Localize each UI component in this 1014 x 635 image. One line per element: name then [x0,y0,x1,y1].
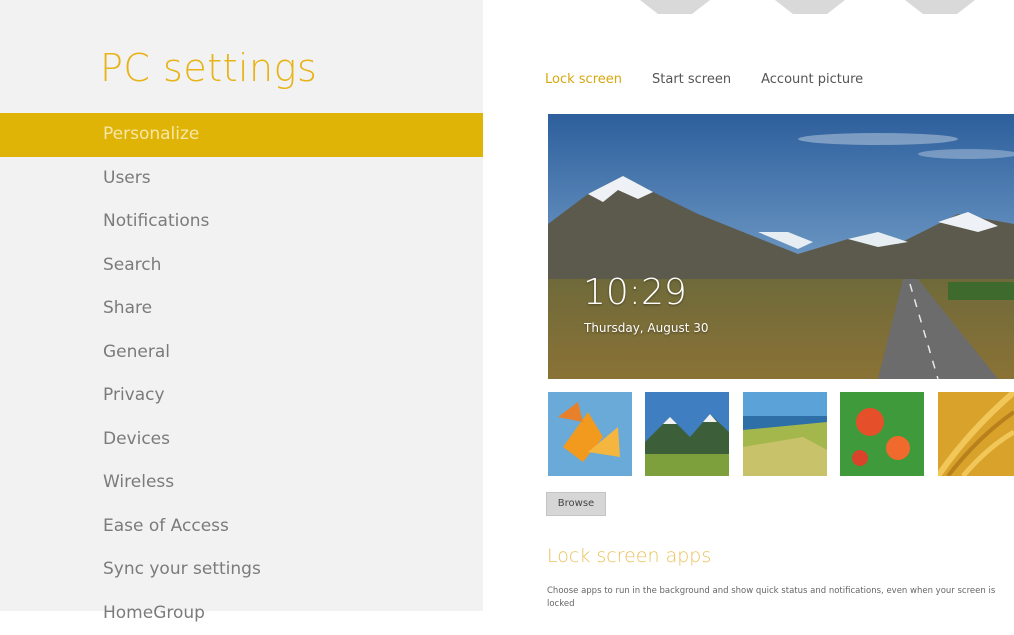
thumbnail-red-flowers[interactable] [840,392,924,476]
nav-item-ease-of-access[interactable]: Ease of Access [0,505,483,549]
nav-item-sync-settings[interactable]: Sync your settings [0,548,483,592]
lock-screen-preview: 10:29 Thursday, August 30 [548,114,1014,379]
lock-screen-image [548,114,1014,379]
nav-item-privacy[interactable]: Privacy [0,374,483,418]
tab-start-screen[interactable]: Start screen [652,72,731,87]
nav-item-wireless[interactable]: Wireless [0,461,483,505]
tab-account-picture[interactable]: Account picture [761,72,863,87]
nav-item-devices[interactable]: Devices [0,418,483,462]
nav-item-personalize[interactable]: Personalize [0,113,483,157]
browse-button[interactable]: Browse [546,492,606,516]
lock-screen-apps-heading: Lock screen apps [547,545,711,567]
nav-item-notifications[interactable]: Notifications [0,200,483,244]
nav-item-share[interactable]: Share [0,287,483,331]
thumbnail-autumn-leaves[interactable] [548,392,632,476]
thumbnail-mountain-valley[interactable] [645,392,729,476]
lock-date: Thursday, August 30 [584,321,709,335]
settings-nav-list: Personalize Users Notifications Search S… [0,113,483,635]
nav-item-users[interactable]: Users [0,157,483,201]
thumbnail-coastline[interactable] [743,392,827,476]
nav-item-search[interactable]: Search [0,244,483,288]
nav-item-general[interactable]: General [0,331,483,375]
personalize-tabs: Lock screen Start screen Account picture [545,72,893,87]
tab-lock-screen[interactable]: Lock screen [545,72,622,87]
page-title: PC settings [100,46,317,90]
thumbnail-golden-grass[interactable] [938,392,1014,476]
decorative-chevron-icon [640,0,710,14]
decorative-chevron-icon [775,0,845,14]
decorative-chevron-icon [905,0,975,14]
lock-clock: 10:29 [583,272,687,313]
settings-nav-pane: PC settings Personalize Users Notificati… [0,0,483,611]
nav-item-homegroup[interactable]: HomeGroup [0,592,483,635]
lock-screen-apps-description: Choose apps to run in the background and… [547,585,1014,611]
